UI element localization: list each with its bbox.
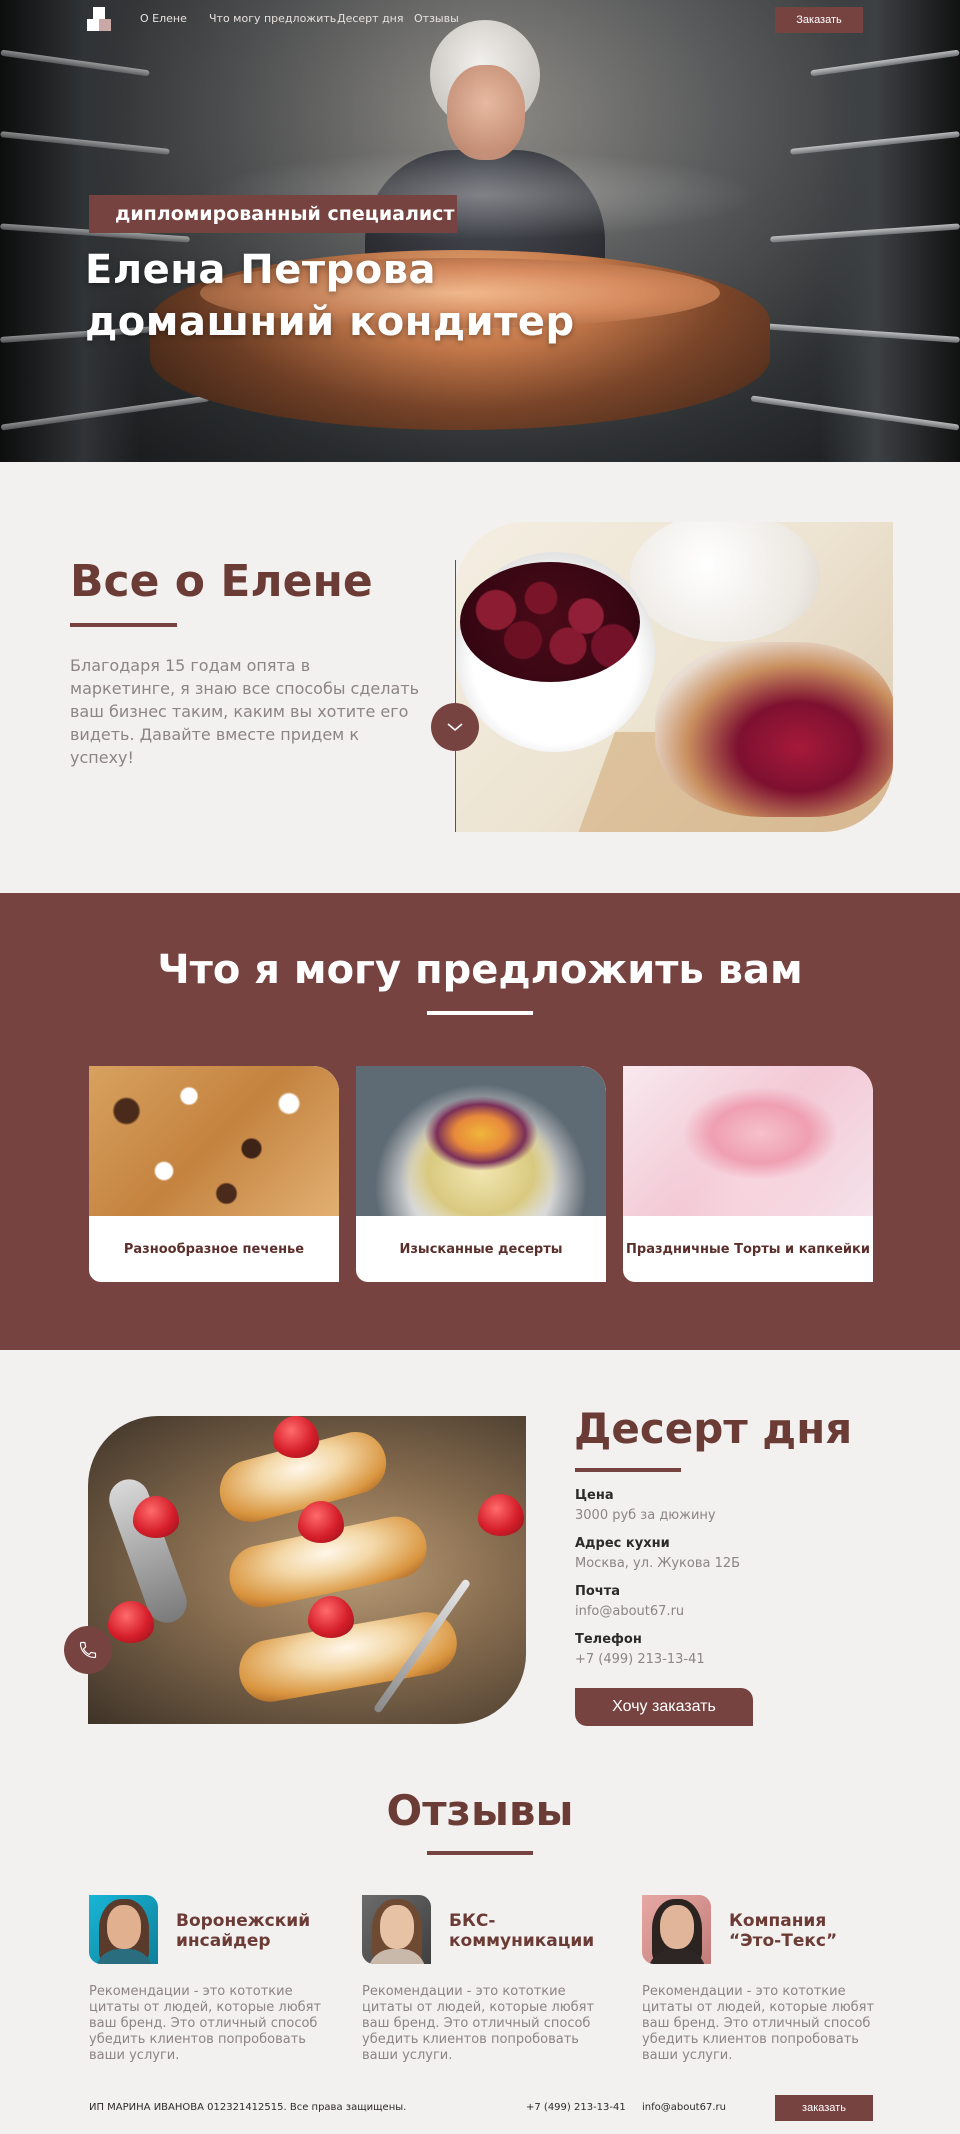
avatar — [89, 1895, 158, 1964]
offer-card-cookies[interactable]: Разнообразное печенье — [89, 1066, 339, 1282]
reviews-title: Отзывы — [386, 1786, 574, 1835]
footer-copyright: ИП МАРИНА ИВАНОВА 012321412515. Все прав… — [89, 2102, 407, 2113]
price-label: Цена — [575, 1488, 614, 1503]
logo-icon[interactable] — [87, 7, 111, 31]
hero-title-line2: домашний кондитер — [85, 299, 575, 345]
footer-order-button[interactable]: заказать — [775, 2095, 873, 2121]
phone-label: Телефон — [575, 1632, 642, 1647]
offers-title-underline — [427, 1011, 533, 1015]
nav-link-about[interactable]: О Елене — [140, 12, 187, 25]
review-company: Компания “Это-Текс” — [729, 1911, 838, 1951]
offer-card-cakes[interactable]: Праздничные Торты и капкейки — [623, 1066, 873, 1282]
review-text: Рекомендации - это кототкие цитаты от лю… — [89, 1984, 322, 2063]
address-label: Адрес кухни — [575, 1536, 670, 1551]
offer-card-desserts[interactable]: Изысканные десерты — [356, 1066, 606, 1282]
about-text: Благодаря 15 годам опята в маркетинге, я… — [70, 656, 420, 767]
hero-title: Елена Петрова домашний кондитер — [85, 244, 575, 348]
offers-title: Что я могу предложить вам — [157, 947, 803, 993]
footer-email[interactable]: info@about67.ru — [642, 2102, 726, 2113]
avatar — [362, 1895, 431, 1964]
review-company: Воронежский инсайдер — [176, 1911, 311, 1951]
dessert-photo — [356, 1066, 606, 1216]
offers-section: Что я могу предложить вам Разнообразное … — [0, 893, 960, 1350]
hero-title-line1: Елена Петрова — [85, 247, 437, 293]
chevron-down-icon[interactable] — [431, 703, 479, 751]
divider-line — [455, 560, 456, 832]
order-button[interactable]: Хочу заказать — [575, 1688, 753, 1726]
avatar — [642, 1895, 711, 1964]
cookies-photo — [89, 1066, 339, 1216]
phone-value[interactable]: +7 (499) 213-13-41 — [575, 1652, 705, 1667]
nav-order-button[interactable]: Заказать — [775, 7, 863, 33]
footer-phone[interactable]: +7 (499) 213-13-41 — [526, 2102, 626, 2113]
about-title: Все о Елене — [70, 556, 373, 607]
nav-link-reviews[interactable]: Отзывы — [414, 12, 459, 25]
offer-card-label: Праздничные Торты и капкейки — [626, 1241, 870, 1257]
reviews-title-underline — [427, 1851, 533, 1855]
offer-card-label: Разнообразное печенье — [123, 1241, 305, 1257]
review-text: Рекомендации - это кототкие цитаты от лю… — [362, 1984, 595, 2063]
about-title-underline — [70, 623, 177, 627]
review-text: Рекомендации - это кототкие цитаты от лю… — [642, 1984, 875, 2063]
nav-link-dessert[interactable]: Десерт дня — [337, 12, 403, 25]
dessert-title-underline — [575, 1468, 681, 1472]
phone-icon[interactable] — [64, 1626, 112, 1674]
eclairs-photo — [88, 1416, 526, 1724]
hero-section: О Елене Что могу предложить Десерт дня О… — [0, 0, 960, 462]
hero-badge: дипломированный специалист — [89, 195, 457, 233]
dessert-title: Десерт дня — [574, 1404, 853, 1453]
email-label: Почта — [575, 1584, 621, 1599]
cherry-strudel-photo — [455, 522, 893, 832]
price-value: 3000 руб за дюжину — [575, 1508, 716, 1523]
email-value[interactable]: info@about67.ru — [575, 1604, 684, 1619]
offer-card-label: Изысканные десерты — [399, 1241, 563, 1257]
address-value: Москва, ул. Жукова 12Б — [575, 1556, 741, 1571]
cake-photo — [623, 1066, 873, 1216]
nav-link-offers[interactable]: Что могу предложить — [209, 12, 336, 25]
review-company: БКС-коммуникации — [449, 1911, 595, 1951]
